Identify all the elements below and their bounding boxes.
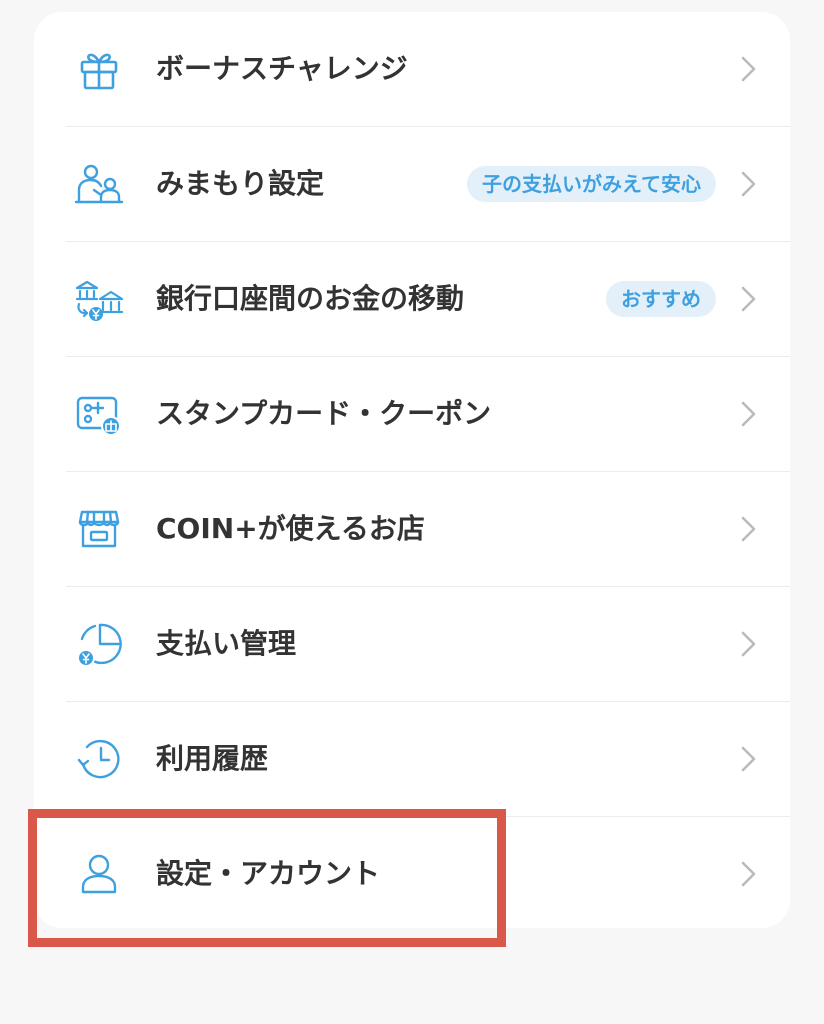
chevron-right-icon [732,398,764,430]
chevron-right-icon [732,513,764,545]
menu-item-label: 利用履歴 [156,742,269,775]
menu-item-mimamori[interactable]: みまもり設定 子の支払いがみえて安心 [34,127,790,241]
menu-item-label: 銀行口座間のお金の移動 [156,282,465,315]
chevron-right-icon [732,168,764,200]
history-clock-icon [74,734,124,784]
menu-item-label: COIN+が使えるお店 [156,512,425,545]
menu-item-label: スタンプカード・クーポン [156,397,492,430]
chevron-right-icon [732,858,764,890]
chevron-right-icon [732,53,764,85]
stamp-card-icon [74,389,124,439]
info-badge: 子の支払いがみえて安心 [467,166,716,202]
recommended-badge: おすすめ [606,281,716,317]
gift-icon [74,44,124,94]
menu-item-label: 支払い管理 [156,627,297,660]
menu-item-stamp-card-coupon[interactable]: スタンプカード・クーポン [34,357,790,471]
family-icon [74,159,124,209]
chevron-right-icon [732,283,764,315]
store-icon [74,504,124,554]
menu-item-label: ボーナスチャレンジ [156,52,408,85]
menu-item-bank-transfer[interactable]: 銀行口座間のお金の移動 おすすめ [34,242,790,356]
chevron-right-icon [732,628,764,660]
menu-item-stores[interactable]: COIN+が使えるお店 [34,472,790,586]
user-icon [74,849,124,899]
pie-chart-yen-icon [74,619,124,669]
menu-item-bonus-challenge[interactable]: ボーナスチャレンジ [34,12,790,126]
menu-item-settings-account[interactable]: 設定・アカウント [34,817,790,931]
menu-card: ボーナスチャレンジ みまもり設定 子の支払いがみえて安心 銀行口座間のお金の移動… [34,12,790,928]
menu-item-payment-management[interactable]: 支払い管理 [34,587,790,701]
bank-transfer-icon [74,274,124,324]
menu-item-label: 設定・アカウント [156,857,381,890]
menu-item-label: みまもり設定 [156,167,325,200]
chevron-right-icon [732,743,764,775]
menu-item-usage-history[interactable]: 利用履歴 [34,702,790,816]
